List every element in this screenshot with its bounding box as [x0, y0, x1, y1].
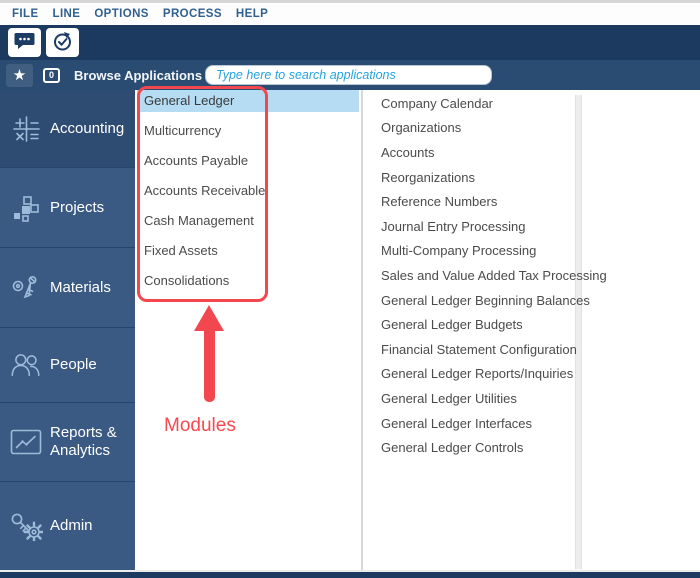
application-bar: ★ 0 Browse Applications	[0, 60, 700, 90]
sidebar: Accounting Projects	[0, 90, 135, 570]
menu-item-gl-controls[interactable]: General Ledger Controls	[363, 435, 575, 460]
menu-items-panel: Company Calendar Organizations Accounts …	[363, 90, 575, 570]
menu-item-journal-entry-processing[interactable]: Journal Entry Processing	[363, 214, 575, 239]
module-item-general-ledger[interactable]: General Ledger	[135, 90, 361, 120]
menu-item-multi-company-processing[interactable]: Multi-Company Processing	[363, 239, 575, 264]
sidebar-item-label: Projects	[50, 199, 104, 217]
sidebar-item-materials[interactable]: Materials	[0, 248, 135, 328]
sidebar-item-label: Accounting	[50, 120, 124, 138]
module-item-fixed-assets[interactable]: Fixed Assets	[135, 240, 361, 270]
menu-item-reference-numbers[interactable]: Reference Numbers	[363, 189, 575, 214]
counter-badge[interactable]: 0	[43, 68, 60, 83]
module-item-accounts-receivable[interactable]: Accounts Receivable	[135, 180, 361, 210]
application-window: FILE LINE OPTIONS PROCESS HELP	[0, 0, 700, 578]
key-gear-icon	[8, 511, 44, 541]
schedule-button[interactable]	[46, 28, 79, 57]
menu-process[interactable]: PROCESS	[163, 8, 222, 20]
search-input[interactable]	[205, 65, 492, 85]
blocks-icon	[8, 192, 44, 224]
menu-item-gl-utilities[interactable]: General Ledger Utilities	[363, 386, 575, 411]
chart-icon	[8, 428, 44, 456]
main-area: Accounting Projects	[0, 90, 700, 570]
toolbar	[0, 25, 700, 60]
menu-item-gl-reports-inquiries[interactable]: General Ledger Reports/Inquiries	[363, 362, 575, 387]
sidebar-item-label: Reports & Analytics	[50, 424, 135, 460]
module-item-consolidations[interactable]: Consolidations	[135, 270, 361, 300]
star-icon: ★	[13, 67, 26, 84]
menu-item-reorganizations[interactable]: Reorganizations	[363, 165, 575, 190]
sidebar-item-people[interactable]: People	[0, 328, 135, 403]
module-item-multicurrency[interactable]: Multicurrency	[135, 120, 361, 150]
menu-item-financial-statement-configuration[interactable]: Financial Statement Configuration	[363, 337, 575, 362]
menu-options[interactable]: OPTIONS	[94, 8, 149, 20]
sidebar-item-accounting[interactable]: Accounting	[0, 90, 135, 168]
favorites-button[interactable]: ★	[6, 64, 33, 87]
calculator-icon	[8, 113, 44, 145]
browse-applications-label: Browse Applications	[74, 68, 202, 83]
modules-panel: General Ledger Multicurrency Accounts Pa…	[135, 90, 363, 570]
annotation-label: Modules	[164, 415, 236, 437]
bottom-bar	[0, 572, 700, 578]
menu-item-gl-beginning-balances[interactable]: General Ledger Beginning Balances	[363, 288, 575, 313]
menu-item-gl-interfaces[interactable]: General Ledger Interfaces	[363, 411, 575, 436]
messages-button[interactable]	[8, 28, 41, 57]
sidebar-item-label: Materials	[50, 279, 111, 297]
module-item-cash-management[interactable]: Cash Management	[135, 210, 361, 240]
people-icon	[8, 351, 44, 379]
annotation-arrow-icon	[194, 305, 224, 331]
menu-item-organizations[interactable]: Organizations	[363, 116, 575, 141]
menu-item-sales-vat-processing[interactable]: Sales and Value Added Tax Processing	[363, 263, 575, 288]
empty-panel	[582, 90, 700, 570]
sidebar-item-reports-analytics[interactable]: Reports & Analytics	[0, 403, 135, 482]
chat-bubble-icon	[14, 32, 35, 54]
module-item-accounts-payable[interactable]: Accounts Payable	[135, 150, 361, 180]
menu-bar: FILE LINE OPTIONS PROCESS HELP	[0, 3, 700, 25]
menu-line[interactable]: LINE	[53, 8, 81, 20]
menu-item-company-calendar[interactable]: Company Calendar	[363, 91, 575, 116]
menu-file[interactable]: FILE	[12, 8, 39, 20]
annotation-arrow-shaft	[204, 329, 215, 402]
menu-help[interactable]: HELP	[236, 8, 268, 20]
menu-item-gl-budgets[interactable]: General Ledger Budgets	[363, 312, 575, 337]
screw-icon	[8, 272, 44, 304]
menu-item-accounts[interactable]: Accounts	[363, 140, 575, 165]
sidebar-item-admin[interactable]: Admin	[0, 482, 135, 570]
sidebar-item-projects[interactable]: Projects	[0, 168, 135, 248]
panel-scrollbar[interactable]	[575, 95, 582, 569]
sidebar-item-label: People	[50, 356, 97, 374]
sidebar-item-label: Admin	[50, 517, 93, 535]
schedule-check-icon	[52, 31, 73, 55]
